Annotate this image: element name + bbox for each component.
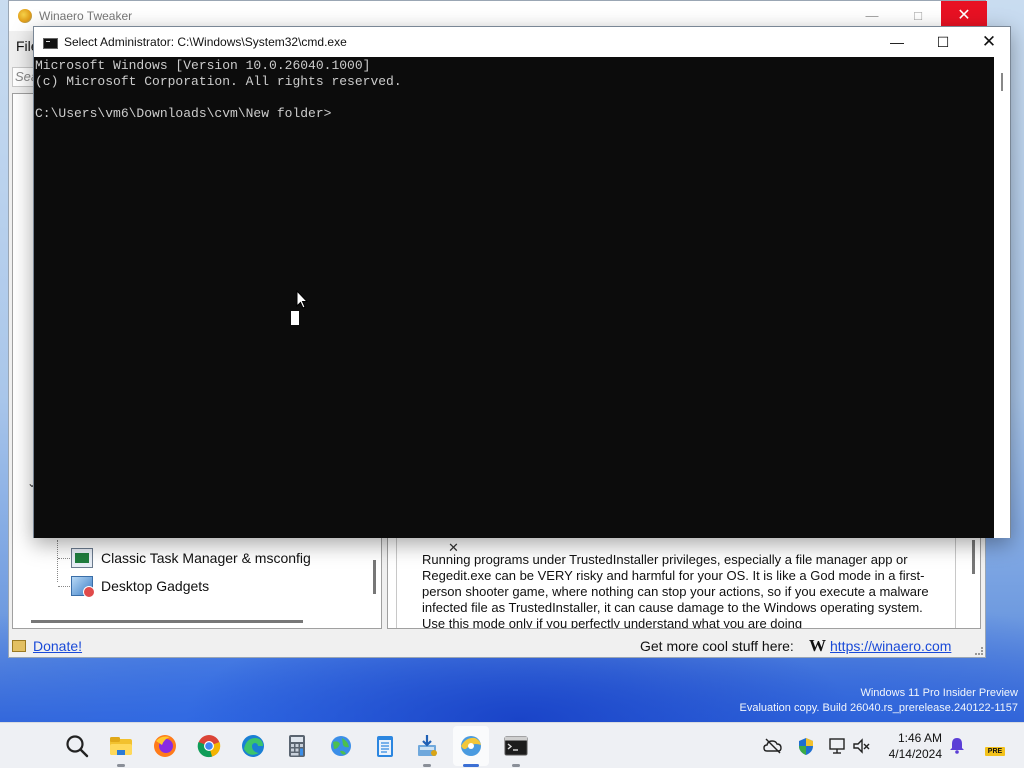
clock-time: 1:46 AM bbox=[897, 731, 942, 745]
watermark-edition: Windows 11 Pro Insider Preview bbox=[860, 687, 1018, 699]
cool-stuff-label: Get more cool stuff here: bbox=[640, 638, 794, 654]
description-scrollbar[interactable] bbox=[972, 540, 975, 574]
gadgets-icon bbox=[71, 576, 95, 598]
tree-vertical-scrollbar[interactable] bbox=[373, 560, 376, 594]
winaero-tweaker-icon[interactable] bbox=[458, 733, 484, 759]
running-indicator bbox=[117, 764, 125, 767]
network-globe-icon[interactable] bbox=[328, 733, 354, 759]
notification-bell-icon[interactable] bbox=[948, 736, 966, 754]
search-icon[interactable] bbox=[64, 733, 90, 759]
calculator-icon[interactable] bbox=[284, 733, 310, 759]
donate-icon bbox=[12, 640, 26, 652]
tree-horizontal-scrollbar[interactable] bbox=[31, 620, 303, 623]
donate-link[interactable]: Donate! bbox=[33, 638, 82, 654]
cmd-maximize-button[interactable]: ☐ bbox=[920, 27, 966, 57]
cmd-window[interactable]: Select Administrator: C:\Windows\System3… bbox=[33, 26, 1011, 538]
cmd-scrollbar[interactable] bbox=[994, 57, 1010, 538]
console-output[interactable]: Microsoft Windows [Version 10.0.26040.10… bbox=[34, 57, 994, 538]
onedrive-offline-icon[interactable] bbox=[763, 736, 783, 756]
running-indicator bbox=[463, 764, 479, 767]
taskbar: 1:46 AM 4/14/2024 bbox=[0, 722, 1024, 768]
text-cursor bbox=[291, 311, 299, 325]
security-shield-icon[interactable] bbox=[796, 736, 816, 756]
notepad-icon[interactable] bbox=[372, 733, 398, 759]
task-manager-icon bbox=[71, 548, 93, 568]
cmd-close-button[interactable]: ✕ bbox=[966, 27, 1012, 57]
watermark-build: Evaluation copy. Build 26040.rs_prerelea… bbox=[739, 702, 1018, 714]
console-line: (c) Microsoft Corporation. All rights re… bbox=[35, 74, 402, 89]
winaero-site-link[interactable]: https://winaero.com bbox=[830, 638, 951, 654]
cmd-minimize-button[interactable]: — bbox=[874, 27, 920, 57]
display-icon[interactable] bbox=[828, 736, 848, 756]
cmd-window-title: Select Administrator: C:\Windows\System3… bbox=[64, 35, 347, 49]
pre-badge: PRE bbox=[985, 747, 1005, 756]
winaero-window-title: Winaero Tweaker bbox=[39, 9, 133, 23]
tree-item-desktop-gadgets[interactable]: Desktop Gadgets bbox=[58, 574, 210, 598]
mouse-pointer-icon bbox=[296, 290, 308, 309]
resize-grip-icon[interactable] bbox=[975, 647, 983, 655]
cmd-titlebar[interactable]: Select Administrator: C:\Windows\System3… bbox=[34, 27, 1010, 57]
tree-item-label: Desktop Gadgets bbox=[101, 578, 210, 594]
status-bar: Donate! Get more cool stuff here: W http… bbox=[9, 635, 985, 657]
firefox-icon[interactable] bbox=[152, 733, 178, 759]
running-indicator bbox=[512, 764, 520, 767]
console-prompt: C:\Users\vm6\Downloads\cvm\New folder> bbox=[35, 106, 332, 121]
tree-item-label: Classic Task Manager & msconfig bbox=[101, 550, 311, 566]
taskbar-clock[interactable]: 1:46 AM 4/14/2024 bbox=[876, 730, 942, 762]
winaero-logo-icon: W bbox=[809, 636, 826, 655]
winaero-app-icon bbox=[18, 9, 32, 23]
clock-date: 4/14/2024 bbox=[888, 747, 942, 761]
running-indicator bbox=[423, 764, 431, 767]
terminal-icon[interactable] bbox=[503, 733, 529, 759]
edge-icon[interactable] bbox=[240, 733, 266, 759]
chrome-icon[interactable] bbox=[196, 733, 222, 759]
file-explorer-icon[interactable] bbox=[108, 733, 134, 759]
tree-item-classic-task-manager[interactable]: Classic Task Manager & msconfig bbox=[58, 546, 311, 570]
tree-connector bbox=[57, 540, 58, 582]
cmd-app-icon bbox=[43, 38, 58, 49]
installer-icon[interactable] bbox=[414, 733, 440, 759]
description-text: Running programs under TrustedInstaller … bbox=[422, 552, 929, 629]
volume-muted-icon[interactable] bbox=[852, 736, 872, 756]
console-line: Microsoft Windows [Version 10.0.26040.10… bbox=[35, 58, 371, 73]
cmd-scrollbar-thumb[interactable] bbox=[1001, 73, 1003, 91]
